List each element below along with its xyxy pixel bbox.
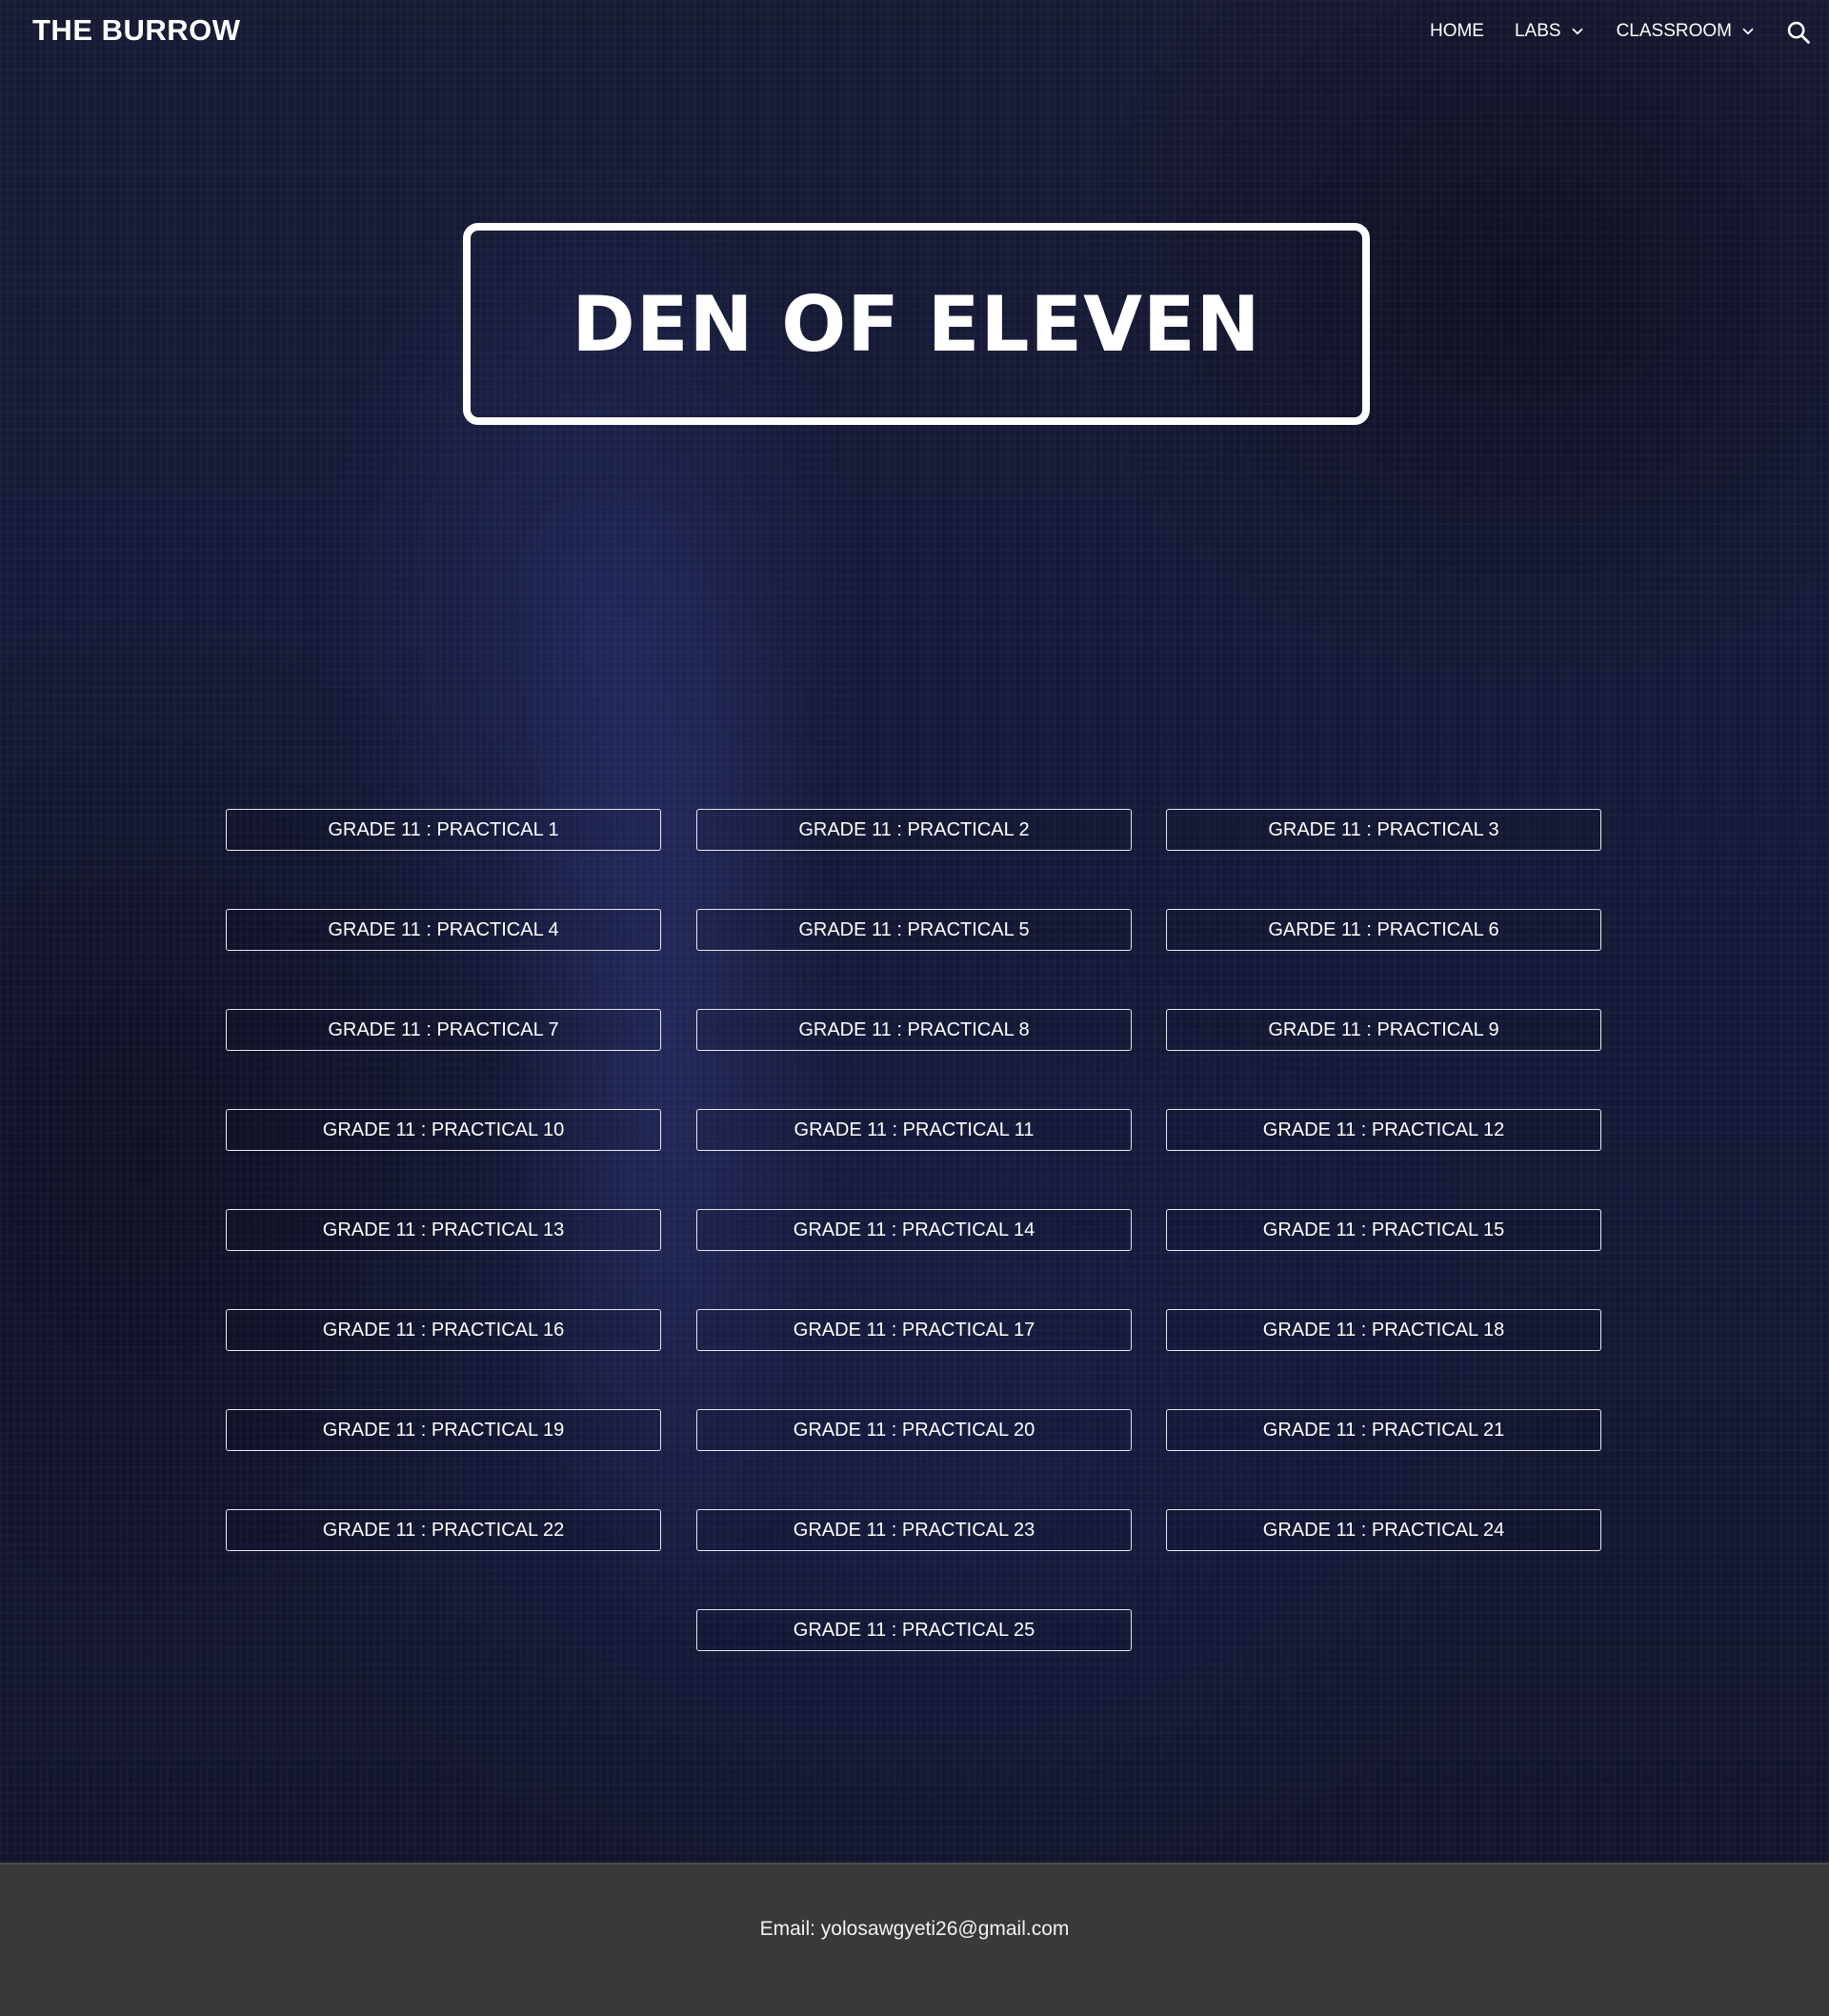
nav-item-labs[interactable]: LABS <box>1515 21 1586 42</box>
practical-button[interactable]: GRADE 11 : PRACTICAL 5 <box>696 909 1132 951</box>
practical-button[interactable]: GRADE 11 : PRACTICAL 21 <box>1166 1409 1601 1451</box>
practical-button[interactable]: GRADE 11 : PRACTICAL 16 <box>226 1309 661 1351</box>
page-title-box: DEN OF ELEVEN <box>463 223 1370 425</box>
practical-button[interactable]: GRADE 11 : PRACTICAL 9 <box>1166 1009 1601 1051</box>
nav-item-classroom[interactable]: CLASSROOM <box>1617 21 1757 42</box>
practical-button[interactable]: GRADE 11 : PRACTICAL 22 <box>226 1509 661 1551</box>
practical-button[interactable]: GRADE 11 : PRACTICAL 20 <box>696 1409 1132 1451</box>
practical-button[interactable]: GRADE 11 : PRACTICAL 13 <box>226 1209 661 1251</box>
practical-button[interactable]: GRADE 11 : PRACTICAL 18 <box>1166 1309 1601 1351</box>
practical-button[interactable]: GRADE 11 : PRACTICAL 23 <box>696 1509 1132 1551</box>
chevron-down-icon <box>1742 28 1754 35</box>
footer-email: Email: yolosawgyeti26@gmail.com <box>759 1918 1070 1940</box>
practical-button[interactable]: GRADE 11 : PRACTICAL 7 <box>226 1009 661 1051</box>
search-icon[interactable] <box>1785 19 1812 46</box>
practical-button[interactable]: GRADE 11 : PRACTICAL 24 <box>1166 1509 1601 1551</box>
footer: Email: yolosawgyeti26@gmail.com <box>0 1863 1829 2016</box>
nav-item-label: CLASSROOM <box>1616 21 1732 41</box>
nav-item-home[interactable]: HOME <box>1430 21 1484 42</box>
practical-button[interactable]: GRADE 11 : PRACTICAL 19 <box>226 1409 661 1451</box>
page-title: DEN OF ELEVEN <box>572 279 1261 369</box>
practical-button[interactable]: GRADE 11 : PRACTICAL 2 <box>696 809 1132 851</box>
site-brand[interactable]: THE BURROW <box>32 13 241 48</box>
practical-button[interactable]: GRADE 11 : PRACTICAL 10 <box>226 1109 661 1151</box>
chevron-down-icon <box>1572 28 1582 35</box>
practical-button[interactable]: GRADE 11 : PRACTICAL 8 <box>696 1009 1132 1051</box>
practical-button[interactable]: GRADE 11 : PRACTICAL 15 <box>1166 1209 1601 1251</box>
nav-item-label: LABS <box>1514 21 1561 41</box>
top-navigation-bar: THE BURROW HOME LABS CLASSROOM <box>0 0 1829 69</box>
nav-item-label: HOME <box>1429 21 1484 41</box>
practical-button[interactable]: GRADE 11 : PRACTICAL 14 <box>696 1209 1132 1251</box>
main-nav: HOME LABS CLASSROOM <box>1430 21 1757 42</box>
practical-button[interactable]: GRADE 11 : PRACTICAL 1 <box>226 809 661 851</box>
practical-button[interactable]: GRADE 11 : PRACTICAL 12 <box>1166 1109 1601 1151</box>
practical-button[interactable]: GARDE 11 : PRACTICAL 6 <box>1166 909 1601 951</box>
practical-button[interactable]: GRADE 11 : PRACTICAL 3 <box>1166 809 1601 851</box>
practical-button[interactable]: GRADE 11 : PRACTICAL 4 <box>226 909 661 951</box>
practical-button[interactable]: GRADE 11 : PRACTICAL 17 <box>696 1309 1132 1351</box>
practical-button[interactable]: GRADE 11 : PRACTICAL 11 <box>696 1109 1132 1151</box>
practical-button[interactable]: GRADE 11 : PRACTICAL 25 <box>696 1609 1132 1651</box>
